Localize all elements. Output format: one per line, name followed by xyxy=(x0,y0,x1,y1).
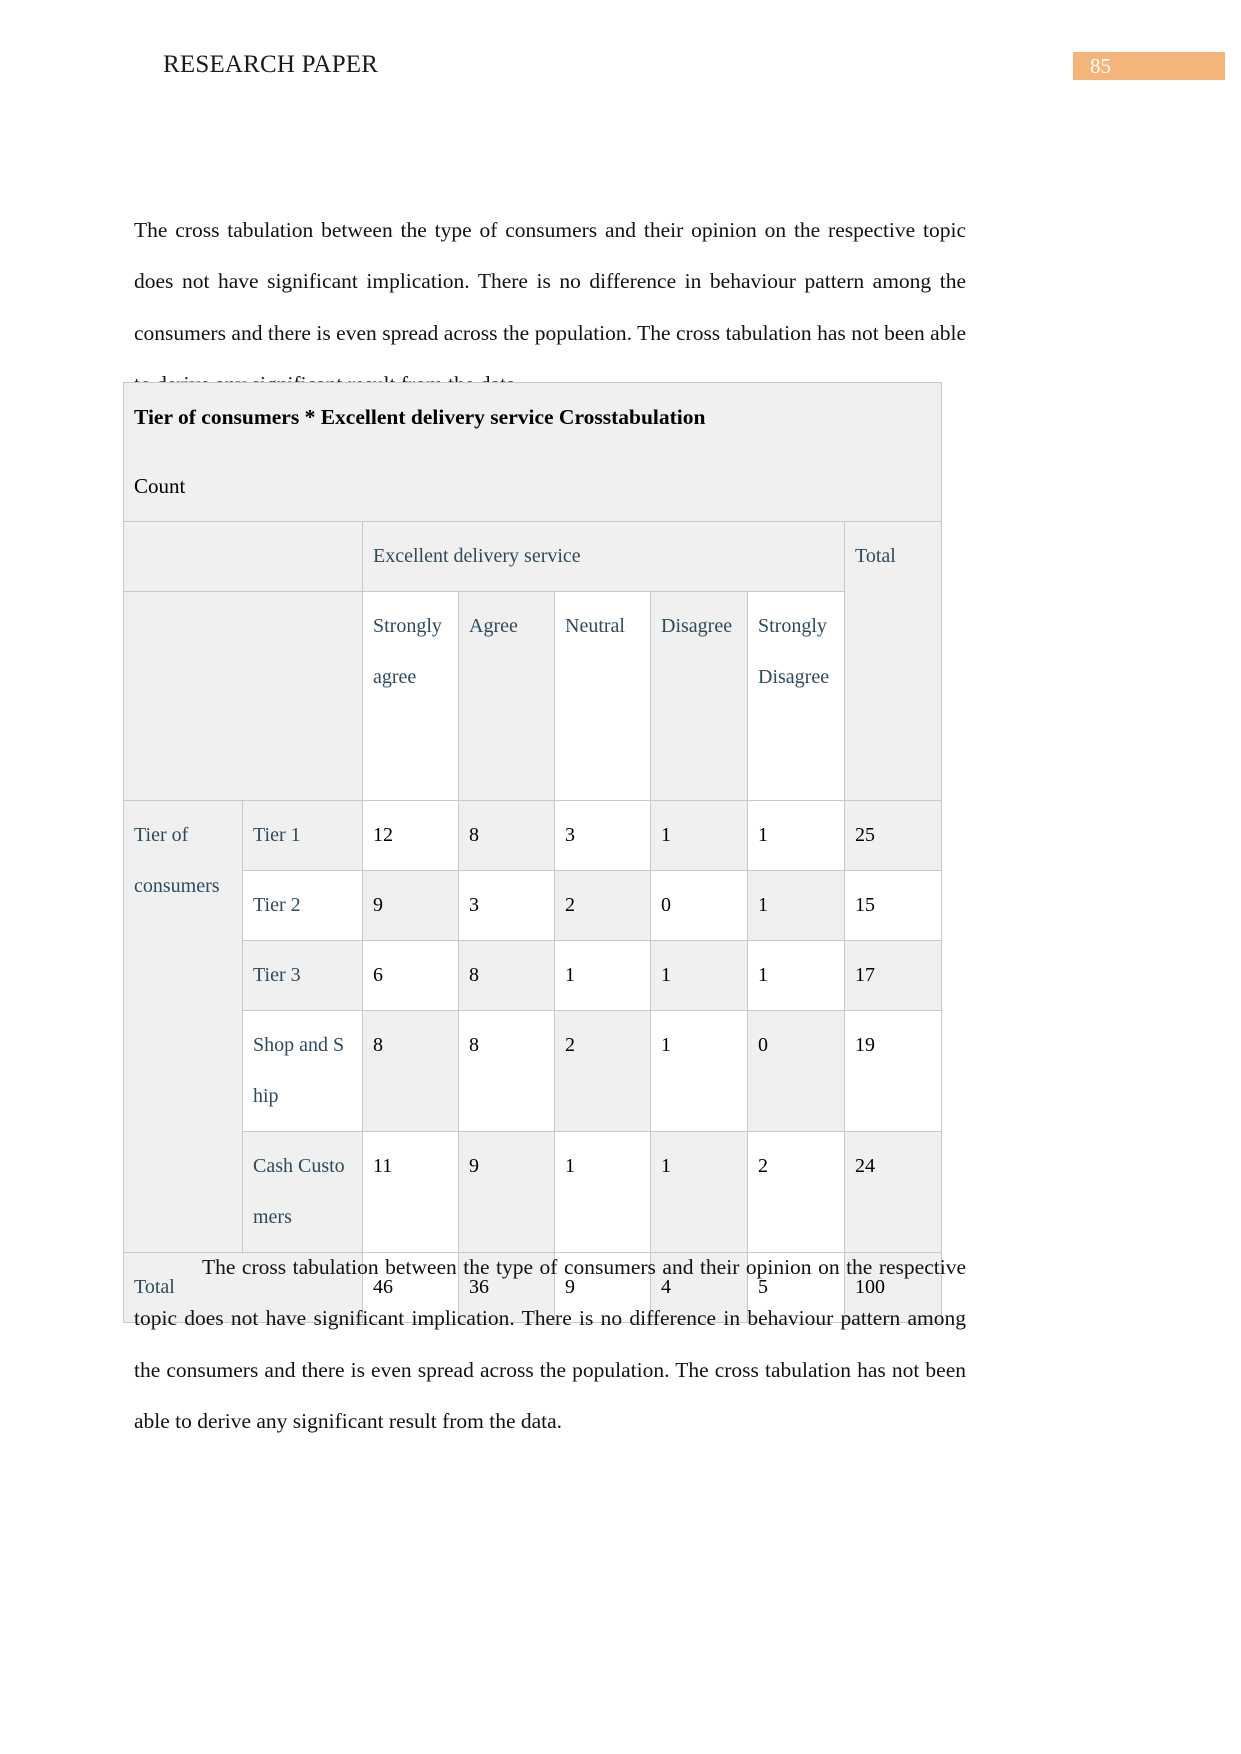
column-header-neutral: Neutral xyxy=(554,591,651,801)
cell-tier1-strongly-agree: 12 xyxy=(362,800,459,871)
row-group-label: Tier of consumers xyxy=(123,800,243,1253)
table-measure-row: Count xyxy=(122,452,943,522)
intro-paragraph: The cross tabulation between the type of… xyxy=(134,217,966,397)
cell-tier3-strongly-agree: 6 xyxy=(362,940,459,1011)
header-corner-cell xyxy=(123,521,363,592)
cell-shopandship-strongly-agree: 8 xyxy=(362,1010,459,1132)
column-group-header-row: Excellent delivery service Total xyxy=(123,521,943,801)
cell-tier2-disagree: 0 xyxy=(650,870,748,941)
cell-shopandship-neutral: 2 xyxy=(554,1010,651,1132)
page-title: RESEARCH PAPER xyxy=(163,51,379,78)
table-row: Cash Customers 11 9 1 1 2 24 xyxy=(124,1131,943,1253)
cell-tier3-total: 17 xyxy=(843,940,943,1011)
row-label-tier-3: Tier 3 xyxy=(242,940,363,1011)
cell-tier3-neutral: 1 xyxy=(554,940,651,1011)
cell-tier1-strongly-disagree: 1 xyxy=(747,800,845,871)
cell-cashcustomers-agree: 9 xyxy=(458,1131,555,1253)
page-number-badge: 85 xyxy=(1073,52,1225,80)
table-row: Tier 2 9 3 2 0 1 15 xyxy=(124,870,943,941)
table-title-row: Tier of consumers * Excellent delivery s… xyxy=(122,382,943,452)
cell-cashcustomers-strongly-agree: 11 xyxy=(362,1131,459,1253)
row-label-cash-customers: Cash Customers xyxy=(242,1131,363,1253)
total-column-header: Total xyxy=(843,521,943,801)
cell-shopandship-disagree: 1 xyxy=(650,1010,748,1132)
cell-tier2-strongly-disagree: 1 xyxy=(747,870,845,941)
cell-tier1-neutral: 3 xyxy=(554,800,651,871)
cell-cashcustomers-neutral: 1 xyxy=(554,1131,651,1253)
table-title: Tier of consumers * Excellent delivery s… xyxy=(122,382,943,452)
column-group-header: Excellent delivery service xyxy=(362,521,845,592)
cell-cashcustomers-strongly-disagree: 2 xyxy=(747,1131,845,1253)
subheader-corner-cell xyxy=(123,591,363,801)
cell-tier1-agree: 8 xyxy=(458,800,555,871)
column-subheader-row: Strongly agree Agree Neutral Disagree St… xyxy=(123,591,942,801)
row-group-label-line1: Tier of xyxy=(134,824,189,846)
cell-tier3-disagree: 1 xyxy=(650,940,748,1011)
cell-tier2-neutral: 2 xyxy=(554,870,651,941)
table-row: Tier 3 6 8 1 1 1 17 xyxy=(124,940,943,1011)
table-row: Tier of consumers Tier 1 12 8 3 1 1 25 xyxy=(123,800,943,1253)
cell-tier2-strongly-agree: 9 xyxy=(362,870,459,941)
row-label-shop-and-ship: Shop and Ship xyxy=(242,1010,363,1132)
table-measure-label: Count xyxy=(122,452,943,522)
table-row: Shop and Ship 8 8 2 1 0 19 xyxy=(124,1010,943,1132)
cell-tier3-strongly-disagree: 1 xyxy=(747,940,845,1011)
crosstabulation-table: Tier of consumers * Excellent delivery s… xyxy=(122,382,943,1323)
column-header-strongly-disagree: Strongly Disagree xyxy=(747,591,845,801)
cell-tier1-total: 25 xyxy=(843,800,943,871)
cell-shopandship-total: 19 xyxy=(843,1010,943,1132)
cell-cashcustomers-total: 24 xyxy=(843,1131,943,1253)
page-header: RESEARCH PAPER 85 xyxy=(0,48,1241,92)
cell-shopandship-strongly-disagree: 0 xyxy=(747,1010,845,1132)
page-number-text: 85 xyxy=(1090,54,1111,78)
cell-tier1-disagree: 1 xyxy=(650,800,748,871)
row-label-tier-1: Tier 1 xyxy=(242,800,363,871)
cell-tier3-agree: 8 xyxy=(458,940,555,1011)
column-header-strongly-agree: Strongly agree xyxy=(362,591,459,801)
outro-paragraph: The cross tabulation between the type of… xyxy=(134,1254,966,1434)
cell-tier2-agree: 3 xyxy=(458,870,555,941)
column-header-agree: Agree xyxy=(458,591,555,801)
row-group-label-line2: consumers xyxy=(134,875,220,897)
cell-tier2-total: 15 xyxy=(843,870,943,941)
cell-shopandship-agree: 8 xyxy=(458,1010,555,1132)
cell-cashcustomers-disagree: 1 xyxy=(650,1131,748,1253)
column-header-disagree: Disagree xyxy=(650,591,748,801)
row-label-tier-2: Tier 2 xyxy=(242,870,363,941)
